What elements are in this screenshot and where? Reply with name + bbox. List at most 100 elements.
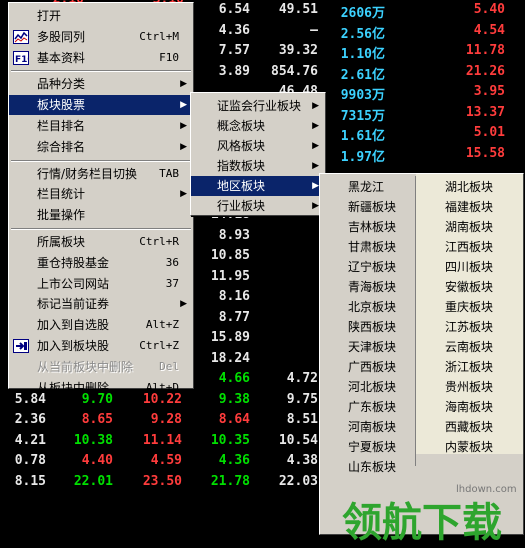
grid-cell: 49.51: [278, 2, 318, 17]
menu-item-label: 板块股票: [37, 98, 86, 113]
grid-cell: 9.28: [150, 412, 182, 427]
context-menu-item[interactable]: 栏目统计 ▶: [9, 184, 193, 204]
menu-item-label: 重仓持股基金: [37, 255, 110, 270]
region-block-item[interactable]: 四川板块: [416, 257, 523, 277]
menu-item-label: 栏目统计: [37, 187, 86, 202]
region-block-item[interactable]: 河北板块: [320, 377, 415, 397]
region-block-item[interactable]: 甘肃板块: [320, 237, 415, 257]
grid-cell: 11.95: [210, 268, 250, 284]
context-menu-item[interactable]: 所属板块 Ctrl+R: [9, 232, 193, 252]
menu-shortcut: Ctrl+R: [139, 235, 179, 248]
menu-item-label: 加入到板块股: [37, 339, 110, 353]
region-block-item[interactable]: 湖北板块: [416, 177, 523, 197]
grid-cell: 22.03: [278, 473, 318, 489]
region-block-item[interactable]: 重庆板块: [416, 297, 523, 317]
menu-item-label: 从当前板块中删除: [37, 359, 134, 374]
context-menu-item[interactable]: 上市公司网站 37: [9, 274, 193, 294]
menu-item-label: 综合排名: [37, 139, 86, 154]
region-block-item[interactable]: 吉林板块: [320, 217, 415, 237]
context-menu-item[interactable]: 多股同列 Ctrl+M: [9, 27, 193, 47]
region-block-item[interactable]: 辽宁板块: [320, 257, 415, 277]
grid-cell: 15.89: [210, 330, 250, 345]
grid-cell: 4.54: [473, 22, 505, 38]
menu-item-label: 所属板块: [37, 235, 86, 249]
grid-cell: 10.38: [73, 432, 113, 448]
block-submenu-item[interactable]: 概念板块 ▶: [191, 116, 325, 136]
menu-separator: [11, 228, 191, 230]
context-menu-item[interactable]: 标记当前证券 ▶: [9, 294, 193, 314]
context-menu-item[interactable]: 板块股票 ▶: [9, 95, 193, 116]
context-menu-item[interactable]: 栏目排名 ▶: [9, 116, 193, 136]
region-block-item[interactable]: 天津板块: [320, 337, 415, 357]
region-block-item[interactable]: 河南板块: [320, 417, 415, 437]
add-to-block-icon: [13, 339, 29, 353]
block-submenu-item[interactable]: 指数板块 ▶: [191, 156, 325, 176]
menu-item-label: 行情/财务栏目切换: [37, 166, 138, 181]
grid-cell: 3.95: [473, 84, 505, 99]
submenu-arrow-icon: ▶: [312, 201, 319, 211]
submenu-arrow-icon: ▶: [180, 121, 187, 131]
context-menu-item[interactable]: 批量操作: [9, 205, 193, 225]
submenu-arrow-icon: ▶: [312, 121, 319, 131]
context-menu-item[interactable]: 品种分类 ▶: [9, 74, 193, 94]
region-block-item[interactable]: 广西板块: [320, 357, 415, 377]
grid-cell: 15.58: [465, 145, 505, 161]
menu-item-label: 证监会行业板块: [217, 99, 302, 113]
region-block-item[interactable]: 宁夏板块: [320, 437, 415, 457]
grid-cell: 10.35: [210, 432, 250, 448]
grid-cell: 4.38: [286, 453, 318, 468]
context-menu-item[interactable]: 加入到板块股 Ctrl+Z: [9, 336, 193, 356]
menu-item-label: 地区板块: [217, 179, 266, 193]
region-block-item[interactable]: 江苏板块: [416, 317, 523, 337]
region-block-item[interactable]: 海南板块: [416, 397, 523, 417]
grid-cell: 2.56亿: [340, 26, 385, 42]
region-block-item[interactable]: 云南板块: [416, 337, 523, 357]
watermark-text: 领航下载: [342, 500, 502, 546]
context-menu-item[interactable]: 加入到自选股 Alt+Z: [9, 315, 193, 335]
region-block-item[interactable]: 湖南板块: [416, 217, 523, 237]
region-block-item[interactable]: 福建板块: [416, 197, 523, 217]
context-menu-item[interactable]: 综合排名 ▶: [9, 137, 193, 157]
region-block-item[interactable]: 西藏板块: [416, 417, 523, 437]
grid-cell: 4.59: [150, 453, 182, 468]
region-block-item[interactable]: 安徽板块: [416, 277, 523, 297]
grid-cell: 8.15: [14, 473, 46, 489]
menu-item-label: 标记当前证券: [37, 297, 110, 312]
region-block-item[interactable]: 贵州板块: [416, 377, 523, 397]
region-block-item[interactable]: 陕西板块: [320, 317, 415, 337]
context-menu-item[interactable]: 从板块中删除 Alt+D: [9, 378, 193, 398]
menu-shortcut: 36: [165, 255, 179, 269]
grid-cell: 8.51: [286, 412, 318, 427]
menu-item-label: 从板块中删除: [37, 380, 110, 395]
context-menu-item[interactable]: 重仓持股基金 36: [9, 253, 193, 273]
context-menu-item: 从当前板块中删除 Del: [9, 357, 193, 377]
region-block-item[interactable]: 江西板块: [416, 237, 523, 257]
menu-separator: [11, 159, 191, 162]
grid-cell: 7.57: [218, 43, 250, 58]
block-submenu-item[interactable]: 行业板块 ▶: [191, 196, 325, 216]
region-block-item[interactable]: 内蒙板块: [416, 437, 523, 457]
menu-item-label: 品种分类: [37, 77, 86, 92]
region-block-item[interactable]: 青海板块: [320, 277, 415, 297]
grid-cell: 9.75: [286, 391, 318, 407]
context-menu-item[interactable]: 行情/财务栏目切换 TAB: [9, 164, 193, 184]
context-menu-item[interactable]: F10 基本资料 F10: [9, 48, 193, 68]
menu-item-label: 指数板块: [217, 159, 266, 173]
block-submenu-item[interactable]: 风格板块 ▶: [191, 136, 325, 156]
region-block-item[interactable]: 新疆板块: [320, 197, 415, 217]
menu-shortcut: Del: [159, 359, 179, 373]
grid-cell: 39.32: [278, 43, 318, 58]
region-column-2: 湖北板块 福建板块 湖南板块 江西板块 四川板块 安徽板块 重庆板块 江苏板块 云南板块 浙江板块…: [416, 174, 523, 454]
region-block-item[interactable]: 浙江板块: [416, 357, 523, 377]
block-submenu-item[interactable]: 证监会行业板块 ▶: [191, 96, 325, 116]
grid-cell: —: [310, 22, 318, 38]
region-block-item[interactable]: 广东板块: [320, 397, 415, 417]
submenu-arrow-icon: ▶: [180, 79, 187, 90]
region-block-item[interactable]: 北京板块: [320, 297, 415, 317]
block-submenu-item[interactable]: 地区板块 ▶: [191, 176, 325, 196]
context-menu-item[interactable]: 打开: [9, 6, 193, 26]
svg-text:F10: F10: [15, 55, 29, 65]
menu-separator: [11, 70, 191, 73]
grid-cell: 21.78: [210, 473, 250, 489]
region-block-item[interactable]: 黑龙江: [320, 177, 415, 197]
